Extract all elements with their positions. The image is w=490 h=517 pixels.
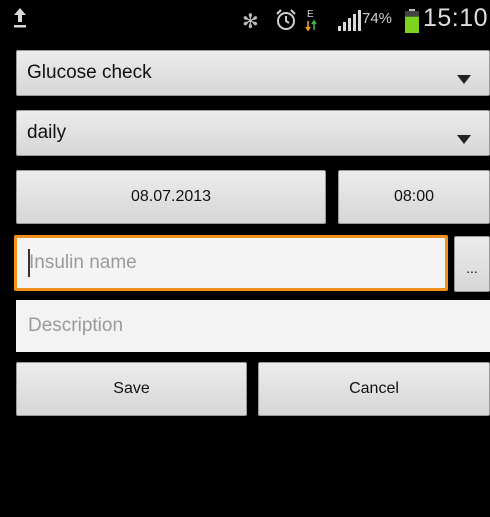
type-spinner[interactable]: Glucose check xyxy=(16,50,490,96)
date-button[interactable]: 08.07.2013 xyxy=(16,170,326,224)
time-button-label: 08:00 xyxy=(393,188,435,205)
alarm-icon xyxy=(274,8,298,37)
insulin-picker-label: ... xyxy=(466,260,478,277)
clock: 15:10 xyxy=(423,4,489,32)
signal-icon xyxy=(337,10,361,37)
frequency-spinner[interactable]: daily xyxy=(16,110,490,156)
dropdown-arrow-icon xyxy=(457,71,471,89)
save-button-label: Save xyxy=(113,380,150,397)
description-input[interactable] xyxy=(16,300,490,352)
upload-icon xyxy=(12,6,28,35)
status-bar: ✻ E 74% 15:10 xyxy=(0,0,490,40)
cancel-button-label: Cancel xyxy=(349,380,399,397)
type-spinner-value: Glucose check xyxy=(27,62,152,83)
text-cursor xyxy=(28,249,30,277)
bluetooth-icon: ✻ xyxy=(242,11,259,33)
insulin-picker-button[interactable]: ... xyxy=(454,236,490,292)
cancel-button[interactable]: Cancel xyxy=(258,362,490,416)
data-activity-icon: E xyxy=(304,7,318,38)
time-button[interactable]: 08:00 xyxy=(338,170,490,224)
save-button[interactable]: Save xyxy=(16,362,247,416)
dropdown-arrow-icon xyxy=(457,131,471,149)
insulin-name-input[interactable] xyxy=(14,235,448,291)
battery-percent: 74% xyxy=(362,10,393,27)
svg-text:E: E xyxy=(307,9,314,20)
date-button-label: 08.07.2013 xyxy=(130,188,212,205)
battery-icon xyxy=(405,9,419,38)
frequency-spinner-value: daily xyxy=(27,122,67,143)
